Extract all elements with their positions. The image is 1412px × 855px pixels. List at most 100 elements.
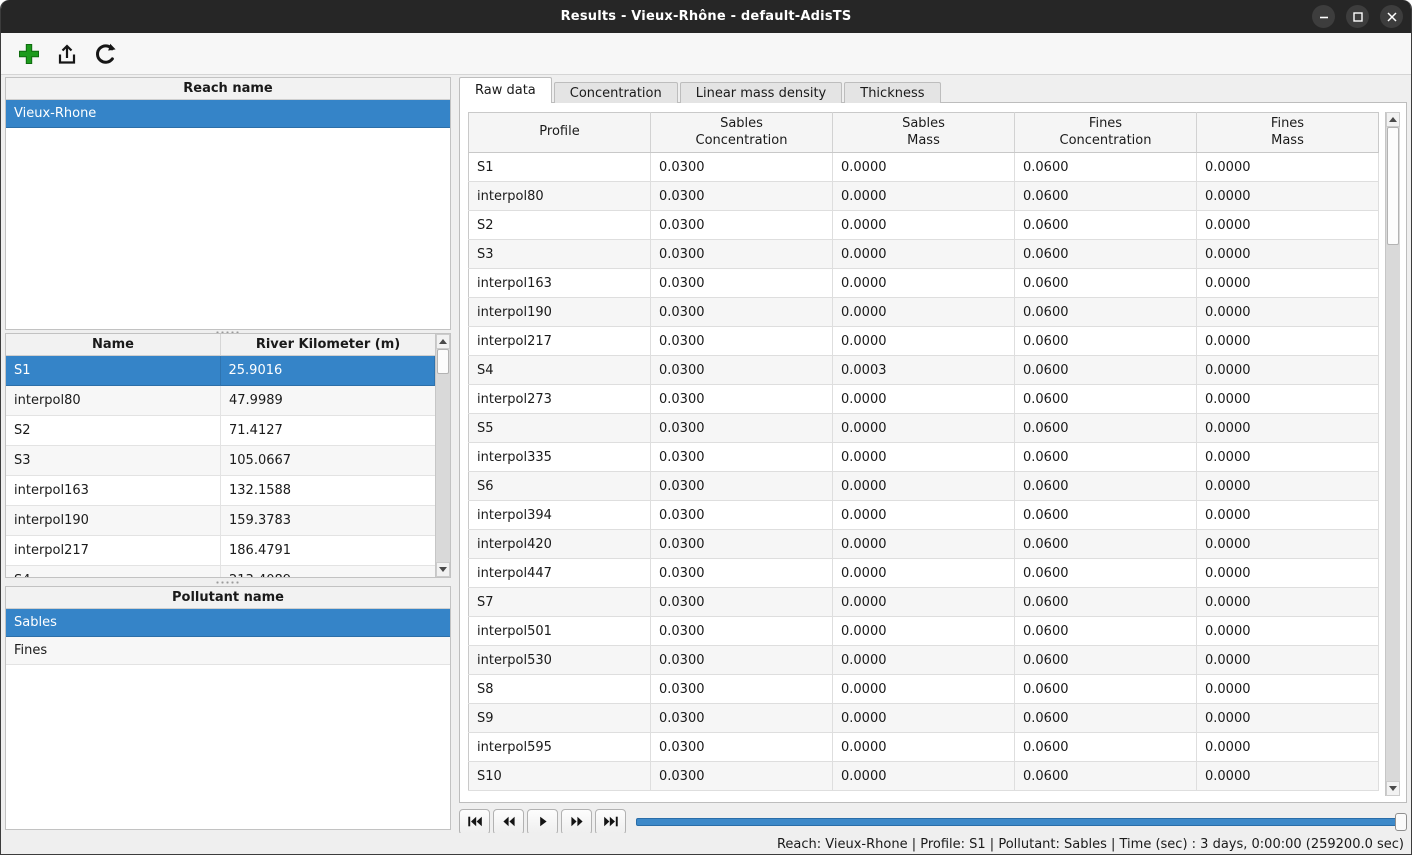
data-row-S5[interactable]: S50.03000.00000.06000.0000 (469, 414, 1379, 443)
data-row-S9[interactable]: S90.03000.00000.06000.0000 (469, 704, 1379, 733)
reach-item-Vieux-Rhone[interactable]: Vieux-Rhone (6, 100, 450, 128)
minimize-button[interactable] (1312, 5, 1335, 28)
scroll-up-button[interactable] (436, 334, 450, 349)
scroll-down-button[interactable] (1386, 781, 1400, 796)
play-button[interactable] (527, 809, 558, 835)
data-column-header[interactable]: Profile (469, 113, 651, 153)
data-table-wrap: ProfileSables ConcentrationSables MassFi… (468, 112, 1379, 796)
data-cell: 0.0000 (1197, 646, 1379, 675)
skip-to-end-button[interactable] (595, 809, 626, 835)
data-row-S8[interactable]: S80.03000.00000.06000.0000 (469, 675, 1379, 704)
data-cell: 0.0000 (1197, 153, 1379, 182)
data-cell: interpol190 (469, 298, 651, 327)
skip-to-start-button[interactable] (459, 809, 490, 835)
profile-cell: S2 (6, 416, 221, 446)
profile-row-S3[interactable]: S3105.0667 (6, 446, 435, 476)
data-cell: 0.0000 (833, 646, 1015, 675)
data-cell: S7 (469, 588, 651, 617)
data-row-S4[interactable]: S40.03000.00030.06000.0000 (469, 356, 1379, 385)
maximize-button[interactable] (1346, 5, 1369, 28)
data-cell: 0.0300 (651, 704, 833, 733)
profile-cell: interpol80 (6, 386, 221, 416)
time-slider-handle[interactable] (1395, 813, 1407, 831)
data-column-header[interactable]: Fines Mass (1197, 113, 1379, 153)
close-button[interactable] (1380, 5, 1403, 28)
data-row-S10[interactable]: S100.03000.00000.06000.0000 (469, 762, 1379, 791)
profile-row-S2[interactable]: S271.4127 (6, 416, 435, 446)
data-row-S1[interactable]: S10.03000.00000.06000.0000 (469, 153, 1379, 182)
data-cell: S1 (469, 153, 651, 182)
fast-forward-button[interactable] (561, 809, 592, 835)
data-row-interpol190[interactable]: interpol1900.03000.00000.06000.0000 (469, 298, 1379, 327)
profile-scrollbar[interactable] (435, 334, 450, 577)
data-column-header[interactable]: Sables Concentration (651, 113, 833, 153)
profile-row-interpol163[interactable]: interpol163132.1588 (6, 476, 435, 506)
data-row-interpol420[interactable]: interpol4200.03000.00000.06000.0000 (469, 530, 1379, 559)
tab-concentration[interactable]: Concentration (554, 82, 678, 103)
skip-to-start-icon (467, 815, 483, 828)
data-row-S7[interactable]: S70.03000.00000.06000.0000 (469, 588, 1379, 617)
data-table-scrollbar[interactable] (1385, 112, 1400, 796)
data-cell: 0.0600 (1015, 704, 1197, 733)
data-column-header[interactable]: Fines Concentration (1015, 113, 1197, 153)
tab-raw-data[interactable]: Raw data (459, 77, 552, 103)
profile-row-interpol217[interactable]: interpol217186.4791 (6, 536, 435, 566)
pollutant-item-Sables[interactable]: Sables (6, 609, 450, 637)
splitter-handle-bottom[interactable] (5, 580, 451, 585)
data-cell: 0.0000 (1197, 211, 1379, 240)
scroll-track[interactable] (436, 349, 450, 562)
data-cell: interpol394 (469, 501, 651, 530)
data-cell: 0.0300 (651, 443, 833, 472)
data-cell: 0.0000 (833, 617, 1015, 646)
data-cell: 0.0300 (651, 240, 833, 269)
data-column-header[interactable]: Sables Mass (833, 113, 1015, 153)
fast-forward-icon (569, 815, 585, 828)
data-row-interpol273[interactable]: interpol2730.03000.00000.06000.0000 (469, 385, 1379, 414)
profile-row-S4[interactable]: S4213.4089 (6, 566, 435, 578)
add-button[interactable] (15, 40, 43, 68)
scroll-thumb[interactable] (437, 349, 449, 374)
data-cell: 0.0000 (1197, 182, 1379, 211)
arrow-down-icon (439, 567, 447, 572)
data-row-S6[interactable]: S60.03000.00000.06000.0000 (469, 472, 1379, 501)
data-row-interpol80[interactable]: interpol800.03000.00000.06000.0000 (469, 182, 1379, 211)
scroll-track[interactable] (1386, 127, 1400, 781)
data-row-S2[interactable]: S20.03000.00000.06000.0000 (469, 211, 1379, 240)
profile-row-interpol190[interactable]: interpol190159.3783 (6, 506, 435, 536)
pollutant-item-Fines[interactable]: Fines (6, 637, 450, 665)
data-cell: S8 (469, 675, 651, 704)
arrow-up-icon (439, 339, 447, 344)
rewind-button[interactable] (493, 809, 524, 835)
data-cell: 0.0000 (833, 733, 1015, 762)
profile-cell: interpol190 (6, 506, 221, 536)
scroll-down-button[interactable] (436, 562, 450, 577)
data-row-interpol530[interactable]: interpol5300.03000.00000.06000.0000 (469, 646, 1379, 675)
data-cell: 0.0000 (833, 675, 1015, 704)
data-cell: 0.0000 (833, 385, 1015, 414)
data-cell: S3 (469, 240, 651, 269)
data-cell: S10 (469, 762, 651, 791)
profile-cell: 186.4791 (221, 536, 435, 566)
profile-row-S1[interactable]: S125.9016 (6, 356, 435, 386)
data-row-interpol447[interactable]: interpol4470.03000.00000.06000.0000 (469, 559, 1379, 588)
data-row-interpol595[interactable]: interpol5950.03000.00000.06000.0000 (469, 733, 1379, 762)
data-row-interpol501[interactable]: interpol5010.03000.00000.06000.0000 (469, 617, 1379, 646)
data-row-interpol394[interactable]: interpol3940.03000.00000.06000.0000 (469, 501, 1379, 530)
profile-cell: 213.4089 (221, 566, 435, 578)
data-row-interpol335[interactable]: interpol3350.03000.00000.06000.0000 (469, 443, 1379, 472)
profile-row-interpol80[interactable]: interpol8047.9989 (6, 386, 435, 416)
scroll-up-button[interactable] (1386, 112, 1400, 127)
time-slider-track[interactable] (636, 818, 1407, 826)
scroll-thumb[interactable] (1387, 127, 1399, 245)
tab-linear-mass-density[interactable]: Linear mass density (680, 82, 843, 103)
pollutant-list-header: Pollutant name (6, 587, 450, 609)
tab-thickness[interactable]: Thickness (844, 82, 940, 103)
time-slider[interactable] (636, 809, 1407, 835)
refresh-button[interactable] (91, 40, 119, 68)
data-cell: interpol273 (469, 385, 651, 414)
data-row-interpol217[interactable]: interpol2170.03000.00000.06000.0000 (469, 327, 1379, 356)
data-row-S3[interactable]: S30.03000.00000.06000.0000 (469, 240, 1379, 269)
export-button[interactable] (53, 40, 81, 68)
data-row-interpol163[interactable]: interpol1630.03000.00000.06000.0000 (469, 269, 1379, 298)
profile-cell: S1 (6, 356, 221, 386)
